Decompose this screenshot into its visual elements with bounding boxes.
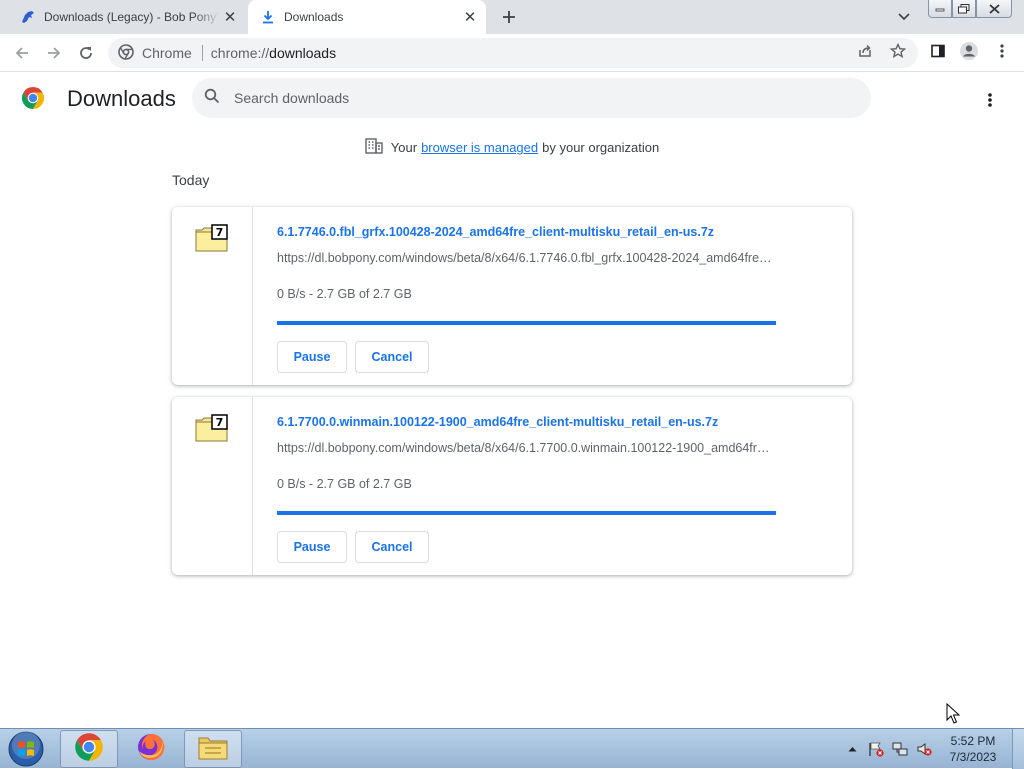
7zip-archive-icon: 7 xyxy=(195,224,229,252)
svg-text:7: 7 xyxy=(216,226,224,239)
new-tab-button[interactable] xyxy=(497,5,521,29)
file-explorer-icon xyxy=(197,733,229,766)
start-button[interactable] xyxy=(6,731,46,767)
file-name-link[interactable]: 6.1.7746.0.fbl_grfx.100428-2024_amd64fre… xyxy=(277,225,714,239)
taskbar-firefox-button[interactable] xyxy=(122,730,180,768)
search-icon xyxy=(204,88,220,109)
show-desktop-button[interactable] xyxy=(1012,729,1024,769)
file-icon-column: 7 xyxy=(172,207,253,385)
download-favicon-icon xyxy=(260,9,276,25)
window-controls xyxy=(928,0,1012,18)
close-window-button[interactable] xyxy=(976,0,1012,18)
bob-pony-favicon-icon xyxy=(20,9,36,25)
cancel-button[interactable]: Cancel xyxy=(355,531,429,563)
chrome-icon xyxy=(74,732,104,767)
minimize-button[interactable] xyxy=(928,0,952,18)
tab-title: Downloads xyxy=(284,10,344,24)
tab-close-icon[interactable]: ✕ xyxy=(220,7,240,27)
managed-suffix: by your organization xyxy=(542,140,660,155)
tab-downloads-legacy[interactable]: Downloads (Legacy) - Bob Pony's ✕ xyxy=(8,0,246,34)
mouse-cursor-icon xyxy=(946,702,961,725)
file-url[interactable]: https://dl.bobpony.com/windows/beta/8/x6… xyxy=(277,441,773,455)
tab-downloads[interactable]: Downloads ✕ xyxy=(248,0,486,34)
file-url[interactable]: https://dl.bobpony.com/windows/beta/8/x6… xyxy=(277,251,773,265)
address-bar[interactable]: Chrome chrome://downloads xyxy=(108,38,918,68)
side-panel-icon[interactable] xyxy=(926,39,950,63)
volume-muted-icon[interactable] xyxy=(912,737,936,761)
url-host: downloads xyxy=(269,45,337,61)
chrome-site-icon xyxy=(118,43,134,63)
download-status: 0 B/s - 2.7 GB of 2.7 GB xyxy=(277,287,412,301)
omnibox-divider xyxy=(201,45,203,61)
svg-text:7: 7 xyxy=(216,416,224,429)
progress-fill xyxy=(277,321,776,325)
browser-managed-link[interactable]: browser is managed xyxy=(421,140,538,155)
chrome-logo-icon xyxy=(21,86,45,110)
download-status: 0 B/s - 2.7 GB of 2.7 GB xyxy=(277,477,412,491)
progress-fill xyxy=(277,511,776,515)
taskbar-clock[interactable]: 5:52 PM 7/3/2023 xyxy=(940,733,1006,765)
show-hidden-icons-icon[interactable] xyxy=(840,737,864,761)
download-item: 7 6.1.7700.0.winmain.100122-1900_amd64fr… xyxy=(172,397,852,575)
forward-arrow-icon[interactable] xyxy=(40,39,68,67)
file-icon-column: 7 xyxy=(172,397,253,575)
7zip-archive-icon: 7 xyxy=(195,414,229,442)
action-center-flag-icon[interactable] xyxy=(864,737,888,761)
search-bar xyxy=(192,78,871,118)
pause-button[interactable]: Pause xyxy=(277,341,347,373)
tab-title: Downloads (Legacy) - Bob Pony's xyxy=(44,10,220,24)
share-icon[interactable] xyxy=(853,39,877,63)
managed-notice: Your browser is managed by your organiza… xyxy=(0,138,1024,157)
page-title: Downloads xyxy=(67,86,176,111)
date-section-label: Today xyxy=(172,172,210,188)
pause-button[interactable]: Pause xyxy=(277,531,347,563)
clock-time: 5:52 PM xyxy=(950,734,996,748)
tab-search-chevron-icon[interactable] xyxy=(893,7,915,27)
taskbar-explorer-button[interactable] xyxy=(184,730,242,768)
progress-bar xyxy=(277,511,776,515)
clock-date: 7/3/2023 xyxy=(949,750,997,764)
network-icon[interactable] xyxy=(888,737,912,761)
cancel-button[interactable]: Cancel xyxy=(355,341,429,373)
building-icon xyxy=(365,138,383,157)
progress-bar xyxy=(277,321,776,325)
system-tray xyxy=(840,729,936,769)
search-input[interactable] xyxy=(234,90,834,106)
url-text: chrome://downloads xyxy=(211,45,336,61)
tab-close-icon[interactable]: ✕ xyxy=(460,7,480,27)
back-arrow-icon[interactable] xyxy=(8,39,36,67)
more-actions-icon[interactable] xyxy=(978,88,1002,112)
profile-avatar-icon[interactable] xyxy=(957,39,981,63)
tab-strip: Downloads (Legacy) - Bob Pony's ✕ Downlo… xyxy=(0,0,1024,34)
restore-button[interactable] xyxy=(952,0,976,18)
managed-prefix: Your xyxy=(390,140,418,155)
bookmark-star-icon[interactable] xyxy=(886,39,910,63)
browser-menu-icon[interactable] xyxy=(990,39,1014,63)
taskbar-chrome-button[interactable] xyxy=(60,730,118,768)
browser-toolbar: Chrome chrome://downloads xyxy=(0,34,1024,72)
download-item: 7 6.1.7746.0.fbl_grfx.100428-2024_amd64f… xyxy=(172,207,852,385)
reload-icon[interactable] xyxy=(72,39,100,67)
taskbar: 5:52 PM 7/3/2023 xyxy=(0,728,1024,769)
firefox-icon xyxy=(136,732,166,767)
site-label: Chrome xyxy=(142,45,192,61)
downloads-header: Downloads xyxy=(0,72,1024,128)
url-scheme: chrome:// xyxy=(210,45,270,61)
file-name-link[interactable]: 6.1.7700.0.winmain.100122-1900_amd64fre_… xyxy=(277,415,718,429)
